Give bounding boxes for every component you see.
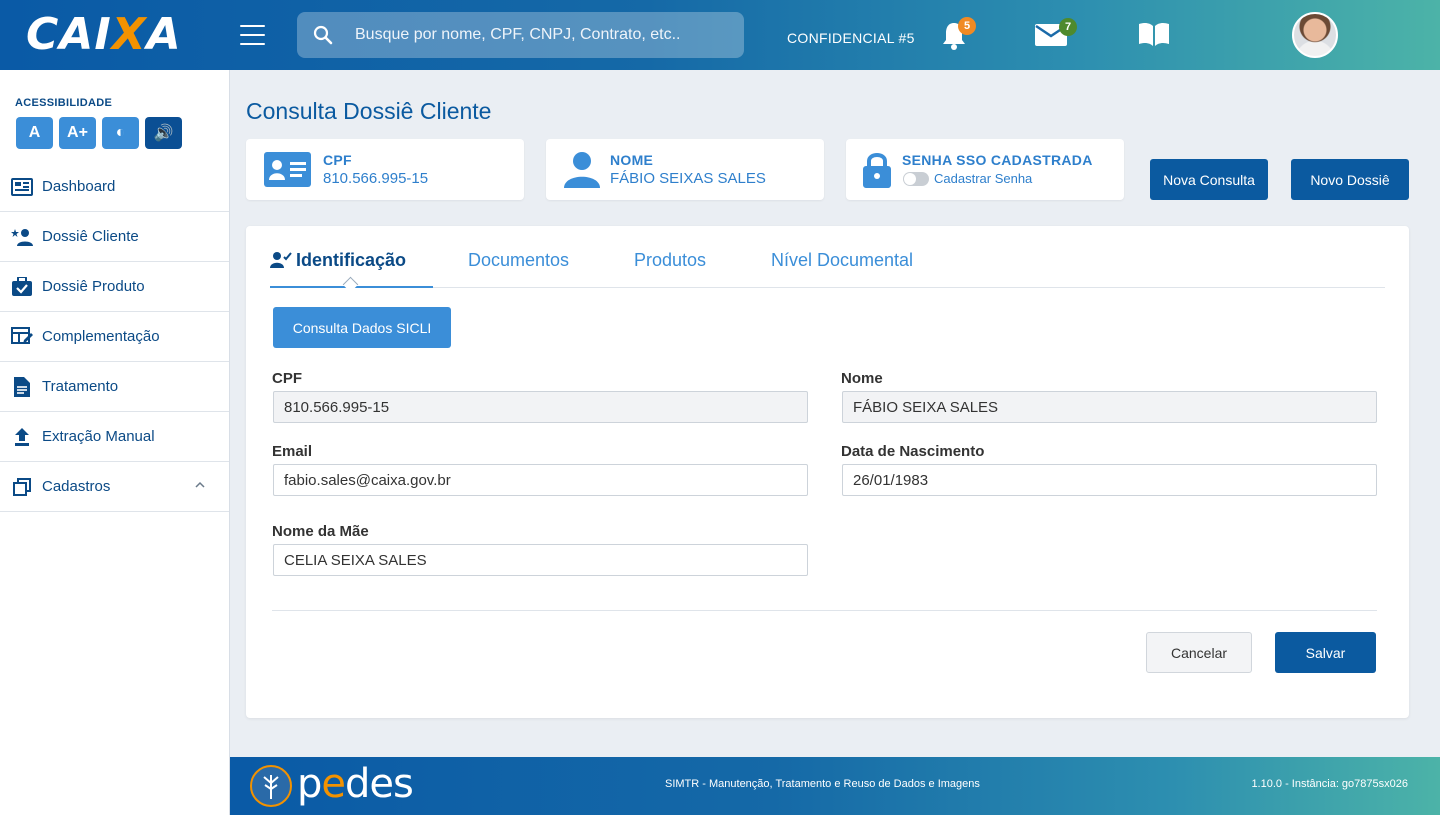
senha-card-label: SENHA SSO CADASTRADA (902, 152, 1093, 168)
mae-field-label: Nome da Mãe (272, 523, 369, 540)
tab-nivel-documental[interactable]: Nível Documental (771, 250, 913, 271)
sidebar-item-dashboard[interactable]: Dashboard (0, 162, 229, 212)
book-open-icon (1139, 22, 1169, 46)
accessibility-controls: A A+ ◐ 🔊 (16, 117, 182, 149)
active-tab-caret (342, 276, 359, 293)
cpf-field-label: CPF (272, 370, 302, 387)
main-panel: Identificação Documentos Produtos Nível … (246, 226, 1409, 718)
upload-icon (11, 427, 33, 447)
sidebar-item-cadastros[interactable]: Cadastros (0, 462, 229, 512)
email-field[interactable] (273, 464, 808, 496)
cpf-card-label: CPF (323, 152, 352, 168)
briefcase-check-icon (11, 277, 33, 297)
mae-field[interactable] (273, 544, 808, 576)
confidential-label: CONFIDENCIAL #5 (787, 30, 915, 46)
sidebar-item-label: Dossiê Cliente (42, 228, 139, 245)
consulta-sicli-button[interactable]: Consulta Dados SICLI (273, 307, 451, 348)
contrast-button[interactable]: ◐ (102, 117, 139, 149)
caixa-logo[interactable]: CAIXA (26, 12, 182, 58)
menu-toggle-button[interactable] (240, 25, 265, 45)
search-input[interactable] (355, 12, 735, 58)
nascimento-field[interactable] (842, 464, 1377, 496)
nome-field[interactable] (842, 391, 1377, 423)
novo-dossie-button[interactable]: Novo Dossiê (1291, 159, 1409, 200)
sidebar-nav: Dashboard Dossiê Cliente Dossiê Produto … (0, 162, 229, 512)
sidebar: ACESSIBILIDADE A A+ ◐ 🔊 Dashboard Dossiê… (0, 70, 230, 815)
search-box (297, 12, 744, 58)
sidebar-item-dossie-cliente[interactable]: Dossiê Cliente (0, 212, 229, 262)
audio-button[interactable]: 🔊 (145, 117, 182, 149)
user-star-icon (11, 227, 33, 247)
id-card-icon (264, 152, 311, 187)
nome-card-value: FÁBIO SEIXAS SALES (610, 170, 766, 187)
nome-card: NOME FÁBIO SEIXAS SALES (546, 139, 824, 200)
sidebar-item-label: Complementação (42, 328, 160, 345)
sidebar-item-tratamento[interactable]: Tratamento (0, 362, 229, 412)
chevron-up-icon[interactable] (195, 481, 205, 488)
notifications-button[interactable]: 5 (940, 17, 976, 52)
copy-icon (11, 477, 33, 497)
sidebar-item-label: Dossiê Produto (42, 278, 145, 295)
manual-button[interactable] (1137, 20, 1171, 48)
footer: pedes SIMTR - Manutenção, Tratamento e R… (230, 757, 1440, 815)
user-avatar[interactable] (1292, 12, 1338, 58)
page-title: Consulta Dossiê Cliente (246, 98, 492, 124)
document-icon (11, 376, 33, 397)
email-field-label: Email (272, 443, 313, 460)
sidebar-item-label: Cadastros (42, 478, 111, 495)
version-info: 1.10.0 - Instância: go7875sx026 (1251, 778, 1408, 790)
sidebar-item-label: Extração Manual (42, 428, 155, 445)
accessibility-title: ACESSIBILIDADE (15, 97, 113, 109)
sidebar-item-label: Tratamento (42, 378, 119, 395)
lock-icon (863, 153, 891, 188)
sidebar-item-extracao-manual[interactable]: Extração Manual (0, 412, 229, 462)
sidebar-item-complementacao[interactable]: Complementação (0, 312, 229, 362)
sidebar-item-label: Dashboard (42, 178, 116, 195)
font-normal-button[interactable]: A (16, 117, 53, 149)
tab-bar: Identificação Documentos Produtos Nível … (270, 226, 1385, 293)
toggle-label: Cadastrar Senha (934, 171, 1033, 186)
system-name: SIMTR - Manutenção, Tratamento e Reuso d… (665, 778, 980, 790)
user-icon (564, 152, 600, 188)
user-check-icon (270, 252, 292, 268)
notifications-badge: 5 (958, 17, 976, 35)
messages-badge: 7 (1059, 18, 1077, 36)
tab-label: Identificação (296, 250, 407, 270)
cpf-card-value: 810.566.995-15 (323, 170, 429, 187)
cadastrar-senha-toggle[interactable] (903, 172, 929, 186)
tab-produtos[interactable]: Produtos (634, 250, 706, 271)
tab-identificacao[interactable]: Identificação (270, 250, 406, 271)
cpf-card: CPF 810.566.995-15 (246, 139, 524, 200)
font-increase-button[interactable]: A+ (59, 117, 96, 149)
cancel-button[interactable]: Cancelar (1146, 632, 1252, 673)
save-button[interactable]: Salvar (1275, 632, 1376, 673)
table-edit-icon (11, 327, 33, 347)
dashboard-icon (11, 177, 33, 197)
nome-card-label: NOME (610, 152, 654, 168)
nome-field-label: Nome (841, 370, 883, 387)
cpf-field[interactable] (273, 391, 808, 423)
search-icon (313, 25, 333, 45)
tab-documentos[interactable]: Documentos (468, 250, 569, 271)
sidebar-item-dossie-produto[interactable]: Dossiê Produto (0, 262, 229, 312)
senha-card: SENHA SSO CADASTRADA Cadastrar Senha (846, 139, 1124, 200)
nascimento-field-label: Data de Nascimento (841, 443, 985, 460)
pedes-emblem-icon (250, 765, 292, 807)
form-divider (272, 610, 1377, 611)
nova-consulta-button[interactable]: Nova Consulta (1150, 159, 1268, 200)
messages-button[interactable]: 7 (1035, 18, 1077, 48)
top-header: CAIXA CONFIDENCIAL #5 5 7 (0, 0, 1440, 70)
pedes-logo: pedes (297, 761, 414, 807)
